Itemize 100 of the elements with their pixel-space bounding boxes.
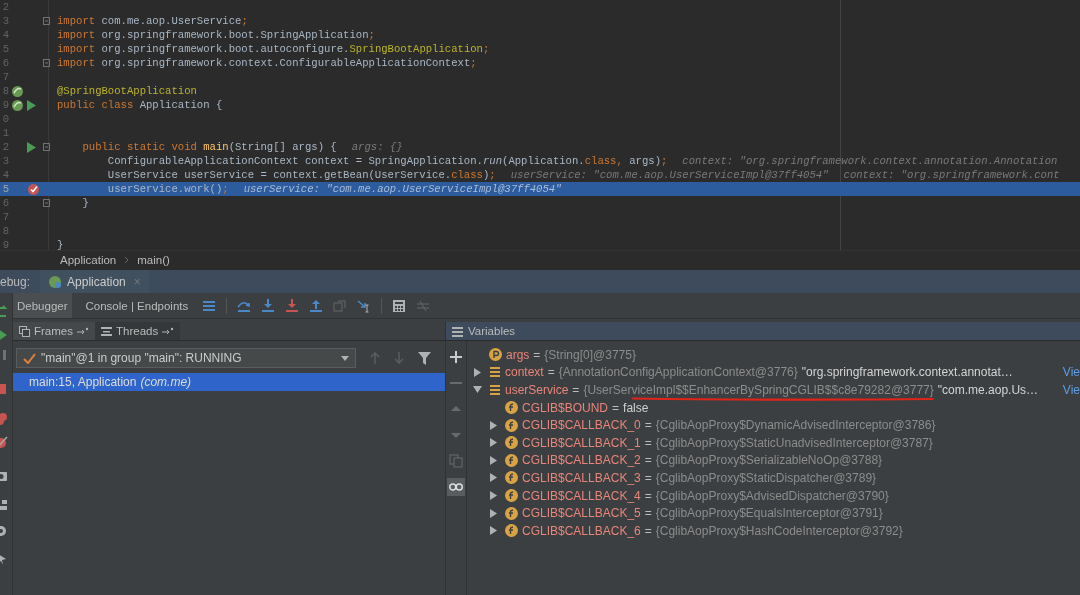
breakpoint-icon[interactable] (27, 182, 40, 196)
list-icon (452, 325, 463, 337)
fold-icon[interactable] (43, 199, 50, 207)
expand-arrow-icon[interactable] (489, 526, 498, 536)
variable-value: {CglibAopProxy$HashCodeInterceptor@3792} (655, 523, 903, 538)
variable-value: {CglibAopProxy$EqualsInterceptor@3791} (655, 506, 883, 521)
fold-icon[interactable] (43, 17, 50, 25)
settings-icon[interactable] (0, 524, 8, 538)
filter-icon[interactable] (418, 351, 431, 365)
line-number: 3 (1, 155, 9, 167)
expand-arrow-icon[interactable] (489, 455, 498, 465)
variable-value: {UserServiceImpl$$EnhancerBySpringCGLIB$$c8e79282@3777} (583, 383, 934, 397)
code-text: public class Application { (57, 99, 223, 111)
variable-name: args (506, 347, 530, 362)
variable-name: userService (505, 383, 569, 397)
code-text: import org.springframework.context.ConfigurableApplicationContext; (57, 57, 477, 69)
pin-arrow-icon (162, 327, 175, 335)
force-step-into-icon[interactable] (285, 298, 300, 313)
inline-hint: args: {} (351, 141, 403, 153)
threads-icon (101, 325, 112, 337)
bean-icon[interactable] (11, 98, 24, 112)
variable-name: CGLIB$CALLBACK_3 (522, 470, 641, 485)
line-number: 7 (1, 71, 9, 83)
run-icon[interactable] (27, 141, 36, 153)
variable-name: CGLIB$CALLBACK_6 (522, 523, 641, 538)
equals-sign: = (644, 418, 652, 433)
code-text: import com.me.aop.UserService; (57, 15, 248, 27)
code-text: UserService userService = context.getBean(UserService.class); (106, 169, 496, 181)
variable-value: {CglibAopProxy$AdvisedDispatcher@3790} (655, 488, 889, 503)
variable-value: false (623, 400, 649, 415)
add-button[interactable] (447, 348, 465, 366)
expand-arrow-icon[interactable] (489, 438, 498, 448)
thread-dropdown[interactable]: "main"@1 in group "main": RUNNING (16, 348, 356, 368)
resume-icon[interactable] (0, 328, 8, 342)
bean-icon[interactable] (11, 84, 24, 98)
debug-label: ebug: (0, 273, 32, 291)
equals-sign: = (644, 435, 652, 450)
panel-tab[interactable]: Threads (95, 322, 181, 340)
stack-frame[interactable]: main:15, Application (com.me) (13, 373, 445, 391)
view-link[interactable]: Vie (1062, 365, 1080, 380)
expand-arrow-icon[interactable] (489, 508, 498, 518)
breadcrumb[interactable]: Application (60, 254, 117, 266)
inline-hint: context: "org.springframework.cont (843, 169, 1060, 181)
panel-title: Variables (468, 325, 516, 337)
equals-sign: = (612, 400, 620, 415)
stop-icon[interactable] (0, 382, 8, 396)
step-into-icon[interactable] (261, 298, 276, 313)
expand-arrow-icon[interactable] (489, 491, 498, 501)
lines-icon[interactable] (202, 298, 217, 313)
inline-hint: userService: "com.me.aop.UserServiceImpl@37ff4054" (510, 169, 829, 181)
equals-sign: = (644, 488, 652, 503)
code-text: ConfigurableApplicationContext context = SpringApplication.run(Application.class, args); (106, 155, 668, 167)
view-link[interactable]: Vie (1062, 383, 1080, 397)
code-text: import org.springframework.boot.SpringApplication; (57, 29, 375, 41)
string-value: "org.springframework.context.annotat… (801, 365, 1013, 380)
expand-arrow-icon[interactable] (489, 420, 498, 430)
rerun-icon[interactable] (0, 305, 8, 319)
line-number: 5 (1, 183, 9, 195)
breakpoints-icon[interactable] (0, 412, 8, 426)
equals-sign: = (547, 365, 555, 380)
variable-name: CGLIB$CALLBACK_0 (522, 418, 641, 433)
run-to-cursor-icon[interactable] (357, 298, 372, 313)
caret-icon (341, 355, 349, 361)
check-icon (23, 352, 36, 364)
expand-arrow-icon[interactable] (473, 385, 482, 395)
step-out-icon[interactable] (309, 298, 324, 313)
fold-icon[interactable] (43, 143, 50, 151)
expand-arrow-icon[interactable] (473, 367, 482, 377)
panel-tab[interactable]: Frames (13, 322, 95, 340)
code-text: } (57, 239, 64, 250)
variable-name: CGLIB$BOUND (522, 400, 609, 415)
fold-icon[interactable] (43, 59, 50, 67)
equals-sign: = (644, 453, 652, 468)
run-config-tab[interactable]: Application × (40, 270, 149, 293)
line-number: 4 (1, 29, 9, 41)
layout-icon[interactable] (0, 498, 8, 512)
panel-tab[interactable]: Console | Endpoints (81, 293, 193, 318)
breadcrumb[interactable]: main() (137, 254, 170, 266)
line-number: 4 (1, 169, 9, 181)
inline-hint: userService: "com.me.aop.UserServiceImpl@37ff4054" (243, 183, 562, 195)
equals-sign: = (644, 470, 652, 485)
evaluate-icon[interactable] (392, 298, 407, 313)
code-text: @SpringBootApplication (57, 85, 197, 97)
pause-icon[interactable] (0, 348, 8, 362)
mute-icon[interactable] (0, 436, 8, 450)
variable-name: CGLIB$CALLBACK_4 (522, 488, 641, 503)
equals-sign: = (572, 383, 580, 397)
panel-tab[interactable]: Debugger (13, 293, 72, 318)
expand-arrow-icon[interactable] (489, 473, 498, 483)
code-text: import org.springframework.boot.autoconfigure.SpringBootApplication; (57, 43, 490, 55)
variable-value: {String[0]@3775} (544, 347, 636, 362)
bean-icon (48, 274, 63, 289)
variable-name: context (505, 365, 544, 380)
equals-sign: = (644, 523, 652, 538)
frames-icon (19, 325, 30, 337)
code-text: public static void main(String[] args) { (81, 141, 337, 153)
glasses-button[interactable] (447, 478, 465, 496)
run-icon[interactable] (27, 99, 36, 111)
variable-value: {CglibAopProxy$DynamicAdvisedInterceptor@3786} (655, 418, 936, 433)
string-value: "com.me.aop.Us… (937, 383, 1039, 397)
